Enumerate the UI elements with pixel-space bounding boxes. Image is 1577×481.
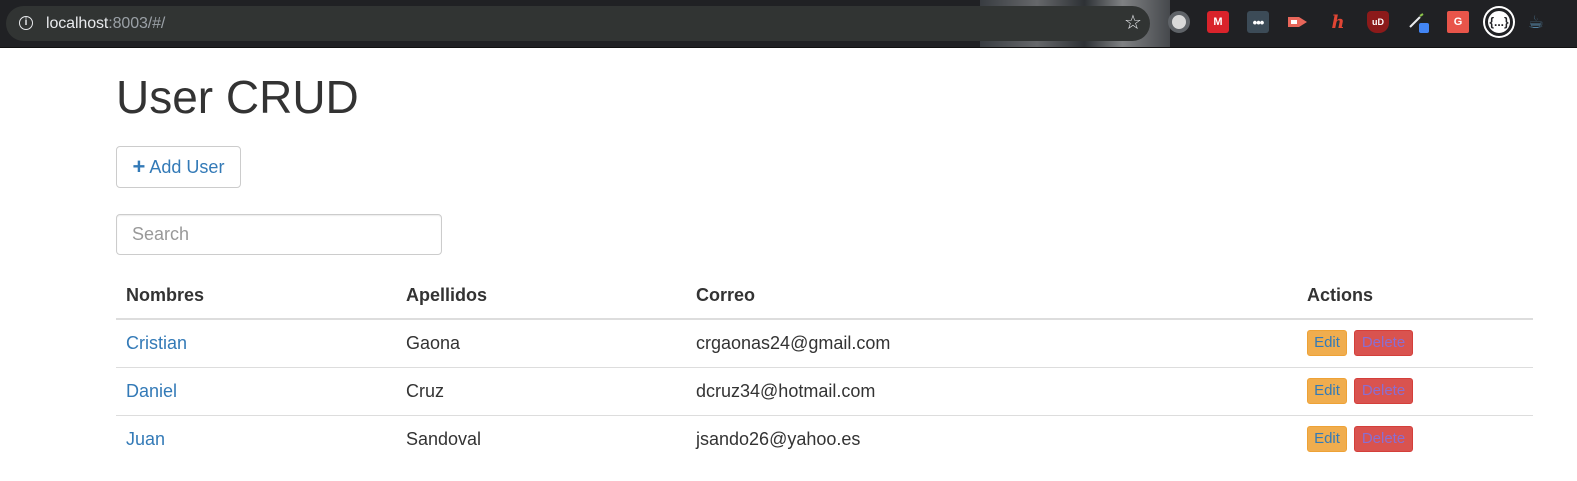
screen-cast-icon[interactable]: G — [1447, 11, 1469, 33]
mendeley-icon[interactable]: M — [1207, 11, 1229, 33]
cell-correo: crgaonas24@gmail.com — [696, 332, 891, 353]
header-apellidos: Apellidos — [396, 273, 686, 320]
address-bar[interactable]: i localhost:8003/#/ ☆ — [6, 6, 1150, 41]
cell-actions: Edit Delete — [1297, 414, 1533, 463]
table-row: Cristian Gaona crgaonas24@gmail.com Edit… — [116, 319, 1533, 367]
cell-apellido: Cruz — [396, 366, 686, 415]
cell-actions: Edit Delete — [1297, 366, 1533, 415]
table-row: Daniel Cruz dcruz34@hotmail.com Edit Del… — [116, 366, 1533, 415]
cell-nombre: Juan — [116, 414, 396, 463]
cell-nombre: Daniel — [116, 366, 396, 415]
record-icon[interactable] — [1168, 11, 1190, 33]
cell-correo: jsando26@yahoo.es — [686, 414, 1297, 463]
plus-icon: + — [132, 154, 146, 179]
delete-button[interactable]: Delete — [1354, 330, 1414, 357]
url-host: localhost — [46, 15, 109, 32]
json-viewer-icon[interactable]: {...} — [1485, 8, 1513, 36]
site-info-icon[interactable]: i — [19, 16, 33, 30]
search-input[interactable] — [116, 214, 442, 255]
url-path: :8003/#/ — [108, 15, 166, 32]
cell-apellido: Gaona — [406, 332, 461, 353]
users-table: Nombres Apellidos Correo Actions Cristia… — [116, 273, 1533, 463]
header-actions: Actions — [1297, 273, 1533, 320]
cell-actions: Edit Delete — [1297, 319, 1533, 367]
edit-button[interactable]: Edit — [1307, 426, 1347, 453]
add-user-label: Add User — [149, 156, 225, 177]
ublock-icon[interactable]: uD — [1367, 11, 1389, 33]
edit-button[interactable]: Edit — [1307, 330, 1347, 357]
hypothesis-icon[interactable]: h — [1327, 11, 1349, 33]
browser-toolbar: i localhost:8003/#/ ☆ M ••• h uD G {...}… — [0, 0, 1577, 48]
page-title: User CRUD — [116, 71, 359, 123]
table-header-row: Nombres Apellidos Correo Actions — [116, 273, 1533, 320]
edit-button[interactable]: Edit — [1307, 378, 1347, 404]
java-icon[interactable]: ☕ — [1525, 11, 1547, 33]
add-user-button[interactable]: + Add User — [116, 146, 241, 188]
delete-button[interactable]: Delete — [1354, 378, 1414, 404]
cell-correo: dcruz34@hotmail.com — [686, 366, 1297, 415]
cell-apellido: Sandoval — [396, 414, 686, 463]
user-name-link[interactable]: Daniel — [126, 381, 177, 401]
cast-icon[interactable] — [1287, 11, 1309, 33]
delete-button[interactable]: Delete — [1354, 426, 1414, 453]
more-dots-icon[interactable]: ••• — [1247, 11, 1269, 33]
user-name-link[interactable]: Cristian — [126, 333, 187, 353]
cell-nombre: Cristian — [116, 319, 396, 367]
bookmark-star-icon[interactable]: ☆ — [1122, 12, 1144, 34]
header-correo: Correo — [686, 273, 1297, 320]
pen-icon[interactable] — [1407, 11, 1429, 33]
table-row: Juan Sandoval jsando26@yahoo.es Edit Del… — [116, 414, 1533, 463]
user-name-link[interactable]: Juan — [126, 429, 165, 449]
header-nombres: Nombres — [116, 273, 396, 320]
url-text[interactable]: localhost:8003/#/ — [46, 14, 165, 33]
